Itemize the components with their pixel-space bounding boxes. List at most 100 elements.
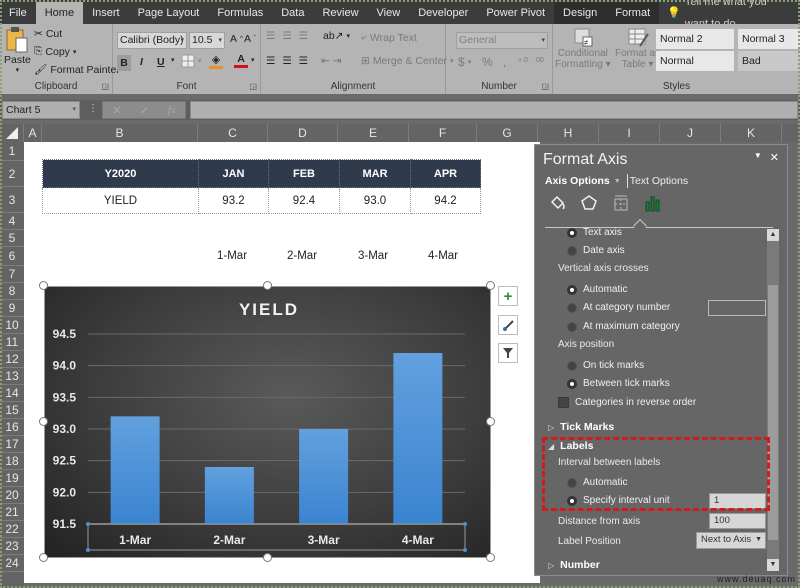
- chart[interactable]: YIELD 94.5 94.0 93.5 93.0 92.5 92.0 91.5 1-Mar…: [44, 286, 491, 558]
- y-axis-labels[interactable]: 94.5 94.0 93.5 93.0 92.5 92.0 91.5: [53, 327, 77, 531]
- tab-text-options[interactable]: Text Options: [630, 175, 688, 187]
- format-as-table-button[interactable]: Format as Table ▾: [615, 28, 660, 70]
- clipboard-launcher-icon[interactable]: ◲: [101, 82, 109, 91]
- resize-handle[interactable]: [39, 417, 48, 426]
- x-axis-labels[interactable]: 1-Mar 2-Mar 3-Mar 4-Mar: [119, 533, 434, 547]
- column-header-i[interactable]: I: [599, 124, 660, 142]
- checkbox-reverse-order[interactable]: Categories in reverse order: [558, 397, 696, 408]
- resize-handle[interactable]: [39, 281, 48, 290]
- shrink-font-button[interactable]: Aˇ: [244, 33, 256, 45]
- size-properties-icon[interactable]: [611, 193, 631, 213]
- currency-button[interactable]: $ ▾: [458, 55, 471, 69]
- insert-function-icon[interactable]: fx: [168, 104, 176, 116]
- row-header-6[interactable]: 6: [0, 247, 24, 266]
- column-header-d[interactable]: D: [268, 124, 338, 142]
- tab-design[interactable]: Design: [554, 2, 607, 24]
- bar-1-Mar[interactable]: [110, 416, 160, 524]
- axis-options-icon[interactable]: [643, 193, 663, 213]
- resize-handle[interactable]: [263, 553, 272, 562]
- row-header-13[interactable]: 13: [0, 368, 24, 385]
- table-cell[interactable]: 94.2: [410, 187, 481, 214]
- scroll-up-icon[interactable]: ▲: [767, 229, 779, 241]
- row-header-14[interactable]: 14: [0, 385, 24, 402]
- column-header-j[interactable]: J: [660, 124, 721, 142]
- conditional-formatting-button[interactable]: ≠ Conditional Formatting ▾: [555, 28, 611, 70]
- cut-button[interactable]: ✂ Cut: [34, 28, 62, 40]
- underline-button[interactable]: U: [157, 56, 165, 68]
- table-header-cell[interactable]: FEB: [268, 159, 340, 188]
- wrap-text-button[interactable]: ⤶ Wrap Text: [361, 31, 417, 44]
- axis-selection-handle[interactable]: [86, 548, 90, 552]
- row-header-3[interactable]: 3: [0, 187, 24, 213]
- merge-center-button[interactable]: ⊞ Merge & Center ▾: [361, 55, 453, 67]
- style-normal-3[interactable]: Normal 3: [738, 29, 800, 49]
- section-tick-marks[interactable]: ▷ Tick Marks: [548, 421, 614, 433]
- paste-button[interactable]: Paste ▾: [4, 26, 31, 74]
- category-number-input[interactable]: [708, 300, 766, 316]
- row-header-4[interactable]: 4: [0, 213, 24, 230]
- copy-button[interactable]: ⎘ Copy ▾: [34, 45, 76, 58]
- table-cell[interactable]: 93.2: [198, 187, 269, 214]
- row-header-19[interactable]: 19: [0, 470, 24, 487]
- vertical-align-buttons[interactable]: ☰ ☰ ☰: [266, 30, 310, 42]
- font-size-combo[interactable]: 10.5 ▾: [189, 32, 225, 49]
- fill-line-icon[interactable]: [547, 193, 567, 213]
- radio-on-tick-marks[interactable]: On tick marks: [567, 360, 644, 371]
- row-header-15[interactable]: 15: [0, 402, 24, 419]
- row-header-10[interactable]: 10: [0, 317, 24, 334]
- table-header-cell[interactable]: MAR: [339, 159, 411, 188]
- row-header-20[interactable]: 20: [0, 487, 24, 504]
- font-color-dropdown-icon[interactable]: ▾: [251, 56, 255, 64]
- section-number[interactable]: ▷ Number: [548, 559, 600, 571]
- row-header-2[interactable]: 2: [0, 161, 24, 187]
- number-format-combo[interactable]: General ▾: [456, 32, 548, 49]
- underline-dropdown-icon[interactable]: ▾: [171, 56, 175, 64]
- tab-data[interactable]: Data: [272, 2, 313, 24]
- style-normal-2[interactable]: Normal 2: [656, 29, 734, 49]
- chart-elements-button[interactable]: +: [498, 286, 518, 306]
- tab-power-pivot[interactable]: Power Pivot: [477, 2, 554, 24]
- column-header-f[interactable]: F: [409, 124, 477, 142]
- row-header-16[interactable]: 16: [0, 419, 24, 436]
- scroll-down-icon[interactable]: ▼: [767, 559, 779, 571]
- row-header-22[interactable]: 22: [0, 521, 24, 538]
- row-header-23[interactable]: 23: [0, 538, 24, 555]
- radio-text-axis[interactable]: Text axis: [567, 227, 622, 238]
- radio-between-tick-marks[interactable]: Between tick marks: [567, 378, 670, 389]
- tab-page-layout[interactable]: Page Layout: [129, 2, 209, 24]
- bar-4-Mar[interactable]: [393, 353, 443, 524]
- axis-selection-handle[interactable]: [463, 548, 467, 552]
- radio-date-axis[interactable]: Date axis: [567, 245, 625, 256]
- format-painter-button[interactable]: 🖌 Format Painter: [34, 63, 120, 77]
- row-header-11[interactable]: 11: [0, 334, 24, 351]
- style-bad[interactable]: Bad: [738, 51, 800, 71]
- row-header-9[interactable]: 9: [0, 300, 24, 317]
- column-header-h[interactable]: H: [538, 124, 599, 142]
- bar-3-Mar[interactable]: [299, 429, 349, 524]
- column-header-a[interactable]: A: [24, 124, 42, 142]
- enter-icon[interactable]: ✓: [140, 104, 149, 117]
- row-header-18[interactable]: 18: [0, 453, 24, 470]
- tab-developer[interactable]: Developer: [409, 2, 477, 24]
- style-normal[interactable]: Normal: [656, 51, 734, 71]
- tab-format[interactable]: Format: [606, 2, 660, 24]
- font-launcher-icon[interactable]: ◲: [249, 82, 257, 91]
- radio-at-maximum-category[interactable]: At maximum category: [567, 321, 680, 332]
- borders-button[interactable]: ▾: [181, 54, 202, 68]
- tab-view[interactable]: View: [368, 2, 410, 24]
- table-header-cell[interactable]: APR: [410, 159, 481, 188]
- label-position-select[interactable]: Next to Axis ▼: [696, 532, 766, 549]
- tab-home[interactable]: Home: [35, 2, 84, 24]
- table-cell[interactable]: YIELD: [42, 187, 199, 214]
- resize-handle[interactable]: [486, 553, 495, 562]
- fill-color-button[interactable]: ◈: [209, 53, 223, 69]
- row-header-17[interactable]: 17: [0, 436, 24, 453]
- column-header-g[interactable]: G: [477, 124, 538, 142]
- table-header-cell[interactable]: Y2020: [42, 159, 199, 188]
- select-all-button[interactable]: [0, 124, 24, 142]
- row-header-1[interactable]: 1: [0, 142, 24, 161]
- resize-handle[interactable]: [263, 281, 272, 290]
- row-header-8[interactable]: 8: [0, 283, 24, 300]
- chart-styles-button[interactable]: [498, 315, 518, 335]
- tab-formulas[interactable]: Formulas: [208, 2, 272, 24]
